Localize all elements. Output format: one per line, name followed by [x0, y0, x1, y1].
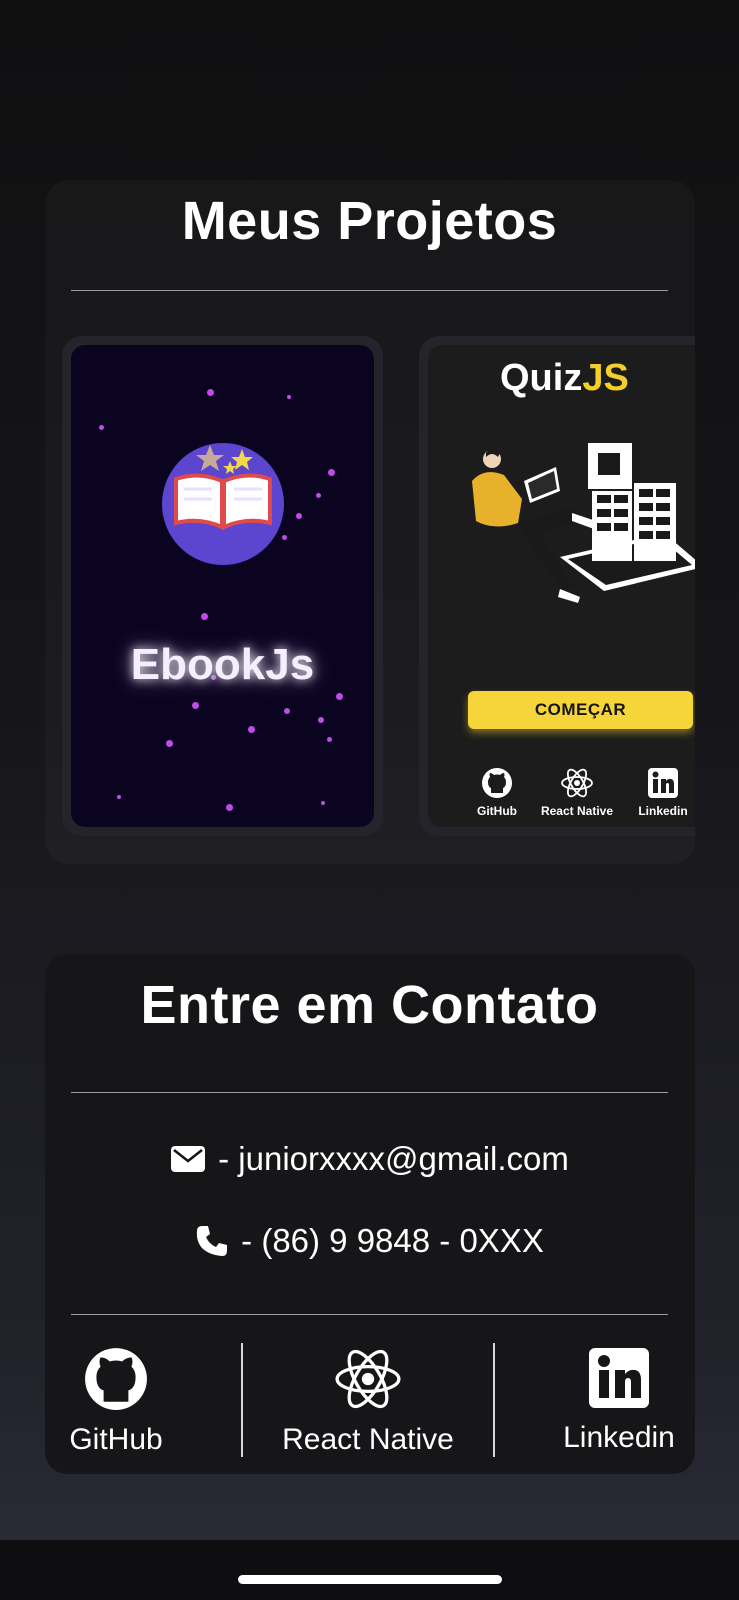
book-icon	[174, 445, 272, 531]
projects-title: Meus Projetos	[181, 191, 558, 251]
ebookjs-title: EbookJs	[130, 640, 315, 689]
react-icon	[561, 768, 593, 798]
quiz-react-link[interactable]: React Native	[532, 767, 622, 818]
person-laptop-illustration	[472, 443, 695, 603]
contact-divider-top	[71, 1092, 668, 1093]
start-button[interactable]: COMEÇAR	[468, 691, 693, 729]
book-logo-circle	[162, 443, 284, 565]
contact-phone[interactable]: - (86) 9 9848 - 0XXX	[0, 1222, 739, 1260]
quiz-github-link[interactable]: GitHub	[452, 767, 542, 818]
projects-divider	[71, 290, 668, 291]
react-icon	[335, 1349, 401, 1409]
social-separator	[493, 1343, 495, 1457]
linkedin-link[interactable]: Linkedin	[529, 1346, 709, 1455]
quizjs-title: QuizJS	[500, 357, 629, 399]
quizjs-thumbnail: QuizJS COMEÇAR GitHub React Native Linke…	[428, 345, 695, 827]
quiz-linkedin-link[interactable]: Linkedin	[618, 767, 695, 818]
contact-divider-bottom	[71, 1314, 668, 1315]
phone-icon	[197, 1226, 228, 1256]
home-indicator[interactable]	[238, 1575, 502, 1584]
react-native-link[interactable]: React Native	[278, 1346, 458, 1457]
linkedin-icon	[648, 768, 678, 798]
mail-icon	[171, 1146, 206, 1172]
github-icon	[85, 1348, 147, 1410]
contact-email[interactable]: - juniorxxxx@gmail.com	[0, 1140, 739, 1178]
social-separator	[241, 1343, 243, 1457]
contact-title: Entre em Contato	[140, 975, 599, 1035]
github-link[interactable]: GitHub	[26, 1346, 206, 1457]
bottom-safe-area	[0, 1540, 739, 1600]
linkedin-icon	[589, 1348, 649, 1408]
ebookjs-thumbnail: EbookJs	[71, 345, 374, 827]
projects-carousel[interactable]: EbookJs QuizJS COMEÇAR GitHub React Nati…	[62, 336, 695, 838]
project-card-quizjs[interactable]: QuizJS COMEÇAR GitHub React Native Linke…	[419, 336, 695, 836]
github-icon	[482, 768, 512, 798]
project-card-ebookjs[interactable]: EbookJs	[62, 336, 383, 836]
